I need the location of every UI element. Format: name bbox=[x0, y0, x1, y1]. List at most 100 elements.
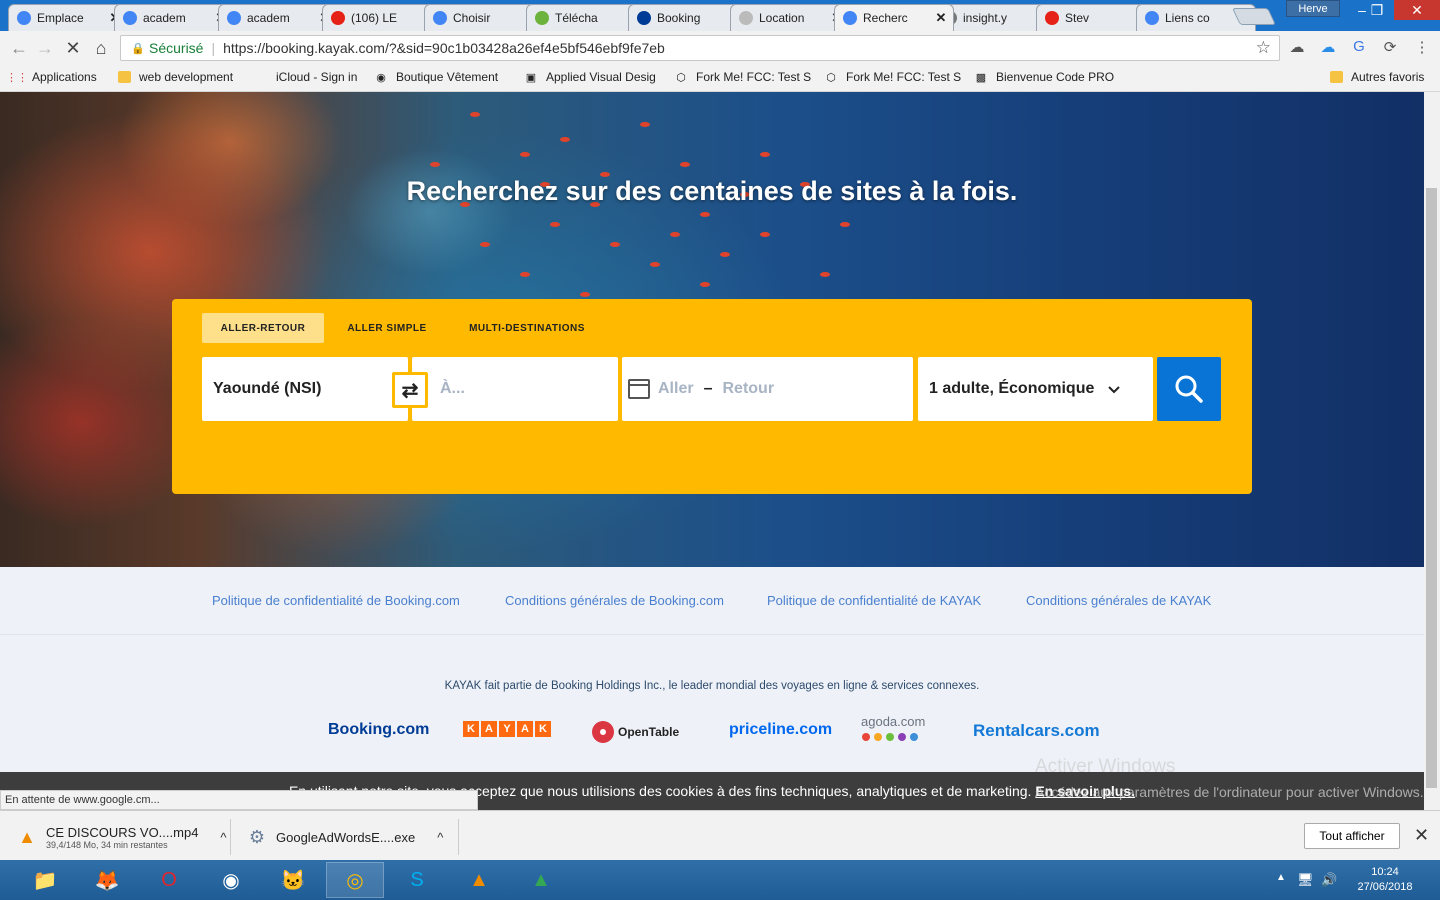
status-bubble: En attente de www.google.cm... bbox=[0, 790, 478, 810]
fcc-icon: ▣ bbox=[525, 71, 537, 84]
clock-time: 10:24 bbox=[1371, 866, 1399, 878]
volume-icon[interactable]: 🔊 bbox=[1321, 872, 1337, 888]
rentalcars-logo[interactable]: Rentalcars.com bbox=[973, 721, 1100, 741]
tab-multi-city[interactable]: MULTI-DESTINATIONS bbox=[458, 313, 596, 343]
agoda-logo[interactable]: agoda.com bbox=[861, 714, 925, 729]
vlc-icon[interactable]: ▲ bbox=[450, 862, 508, 898]
chevron-up-icon[interactable]: ^ bbox=[220, 830, 226, 845]
bookmark-item[interactable]: ⬡ Fork Me! FCC: Test S bbox=[674, 70, 811, 84]
camera-icon: ◉ bbox=[376, 71, 386, 84]
bookmark-item[interactable]: Autres favoris bbox=[1330, 70, 1424, 84]
opera-icon[interactable]: O bbox=[140, 862, 198, 898]
tab-round-trip[interactable]: ALLER-RETOUR bbox=[202, 313, 324, 343]
priceline-logo[interactable]: priceline.com bbox=[729, 721, 832, 739]
system-clock[interactable]: 10:24 27/06/2018 bbox=[1350, 865, 1420, 895]
cat-app-icon[interactable]: 🐱 bbox=[264, 862, 322, 898]
travelers-cabin-select[interactable]: 1 adulte, Économique bbox=[918, 357, 1153, 421]
opentable-logo[interactable]: OpenTable bbox=[592, 721, 679, 743]
tab-one-way[interactable]: ALLER SIMPLE bbox=[338, 313, 436, 343]
download-item[interactable]: ▲ CE DISCOURS VO....mp4 39,4/148 Mo, 34 … bbox=[16, 819, 226, 855]
page-scrollbar[interactable] bbox=[1424, 92, 1440, 810]
bookmark-item[interactable]: ⬡ Fork Me! FCC: Test S bbox=[824, 70, 961, 84]
browser-tab[interactable]: academ✕ bbox=[218, 4, 338, 31]
browser-tab[interactable]: Emplace✕ bbox=[8, 4, 128, 31]
booking-logo[interactable]: Booking.com bbox=[328, 721, 429, 739]
depart-date-placeholder[interactable]: Aller bbox=[658, 380, 694, 398]
browser-tab-strip: Emplace✕academ✕academ✕(106) LE✕Choisir✕T… bbox=[0, 0, 1440, 31]
kayak-privacy-link[interactable]: Politique de confidentialité de KAYAK bbox=[767, 593, 981, 608]
kayak-logo[interactable]: K A Y A K bbox=[463, 721, 551, 737]
clock-date: 27/06/2018 bbox=[1357, 881, 1413, 893]
fish-shape bbox=[470, 112, 480, 117]
bookmark-item[interactable]: ◉ Boutique Vêtement bbox=[374, 70, 498, 84]
fish-shape bbox=[520, 152, 530, 157]
scrollbar-thumb[interactable] bbox=[1426, 188, 1437, 788]
chrome-icon[interactable]: ◎ bbox=[326, 862, 384, 898]
fish-shape bbox=[550, 222, 560, 227]
bookmark-label: Bienvenue Code PRO bbox=[996, 70, 1115, 84]
url-text[interactable]: https://booking.kayak.com/?&sid=90c1b034… bbox=[223, 40, 665, 56]
bookmark-item[interactable]: iCloud - Sign in bbox=[254, 70, 357, 84]
firefox-icon[interactable]: 🦊 bbox=[78, 862, 136, 898]
hero-title: Recherchez sur des centaines de sites à … bbox=[406, 176, 1018, 206]
fish-shape bbox=[580, 292, 590, 297]
booking-privacy-link[interactable]: Politique de confidentialité de Booking.… bbox=[212, 593, 460, 608]
browser-tab[interactable]: Recherc ✕ bbox=[834, 4, 954, 31]
file-explorer-icon[interactable]: 📁 bbox=[16, 862, 74, 898]
swap-airports-icon[interactable]: ⇄ bbox=[392, 372, 428, 408]
back-arrow-icon[interactable]: ← bbox=[8, 38, 30, 59]
bookmark-item[interactable]: ⋮⋮ Applications bbox=[6, 70, 97, 84]
google-icon bbox=[17, 11, 31, 25]
kayak-terms-link[interactable]: Conditions générales de KAYAK bbox=[1026, 593, 1211, 608]
origin-input[interactable]: Yaoundé (NSI) bbox=[202, 357, 408, 421]
tray-expand-icon[interactable]: ▲ bbox=[1276, 872, 1286, 883]
bookmark-label: Applied Visual Desig bbox=[546, 70, 656, 84]
google-icon bbox=[123, 11, 137, 25]
new-tab-button[interactable] bbox=[1232, 8, 1276, 25]
address-bar[interactable]: 🔒 Sécurisé | https://booking.kayak.com/?… bbox=[120, 35, 1280, 61]
destination-input[interactable]: À... bbox=[412, 357, 618, 421]
bookmark-item[interactable]: ▩ Bienvenue Code PRO bbox=[974, 70, 1114, 84]
return-date-placeholder[interactable]: Retour bbox=[722, 380, 774, 398]
browser-tab[interactable]: academ✕ bbox=[114, 4, 234, 31]
close-icon[interactable]: ✕ bbox=[1414, 825, 1429, 846]
adwords-icon[interactable]: ▲ bbox=[512, 862, 570, 898]
profile-button[interactable]: Herve bbox=[1286, 0, 1340, 17]
fish-shape bbox=[430, 162, 440, 167]
firefox-dev-icon[interactable]: ◉ bbox=[202, 862, 260, 898]
extension-cloud-icon[interactable]: ☁ bbox=[1287, 38, 1307, 58]
home-icon[interactable]: ⌂ bbox=[90, 38, 112, 59]
date-range-input[interactable]: Aller – Retour bbox=[622, 357, 913, 421]
codepro-icon: ▩ bbox=[975, 71, 987, 84]
bookmark-star-icon[interactable]: ☆ bbox=[1256, 38, 1271, 58]
bookmark-item[interactable]: web development bbox=[118, 70, 233, 84]
youtube-icon bbox=[1045, 11, 1059, 25]
tab-title: Choisir bbox=[453, 11, 491, 25]
network-icon[interactable]: 🖥 bbox=[1297, 872, 1314, 888]
downloads-bar: ▲ CE DISCOURS VO....mp4 39,4/148 Mo, 34 … bbox=[0, 810, 1440, 860]
forward-arrow-icon[interactable]: → bbox=[34, 38, 56, 59]
google-icon bbox=[227, 11, 241, 25]
menu-kebab-icon[interactable]: ⋮ bbox=[1412, 38, 1432, 58]
fish-shape bbox=[760, 232, 770, 237]
tab-title: Location bbox=[759, 11, 805, 25]
onedrive-icon[interactable]: ☁ bbox=[1318, 38, 1338, 58]
show-all-downloads-button[interactable]: Tout afficher bbox=[1304, 823, 1400, 849]
search-button[interactable] bbox=[1157, 357, 1221, 421]
download-item[interactable]: ⚙ GoogleAdWordsE....exe ^ bbox=[246, 819, 443, 855]
tab-title: Booking bbox=[657, 11, 701, 25]
browser-tab[interactable]: Location✕ bbox=[730, 4, 850, 31]
maximize-button[interactable]: ❐ bbox=[1362, 0, 1392, 20]
sync-icon[interactable]: ⟳ bbox=[1380, 38, 1400, 58]
booking-terms-link[interactable]: Conditions générales de Booking.com bbox=[505, 593, 724, 608]
skype-icon[interactable]: S bbox=[388, 862, 446, 898]
chevron-up-icon[interactable]: ^ bbox=[437, 830, 443, 845]
download-name: GoogleAdWordsE....exe bbox=[276, 829, 416, 845]
legal-links-bar: Politique de confidentialité de Booking.… bbox=[0, 567, 1424, 635]
stop-loading-icon[interactable]: ✕ bbox=[62, 38, 84, 59]
close-tab-icon[interactable]: ✕ bbox=[935, 10, 947, 26]
bookmark-item[interactable]: ▣ Applied Visual Desig bbox=[524, 70, 656, 84]
search-icon bbox=[1175, 375, 1203, 403]
translate-icon[interactable]: G bbox=[1349, 38, 1369, 58]
close-window-button[interactable]: ✕ bbox=[1394, 0, 1440, 20]
